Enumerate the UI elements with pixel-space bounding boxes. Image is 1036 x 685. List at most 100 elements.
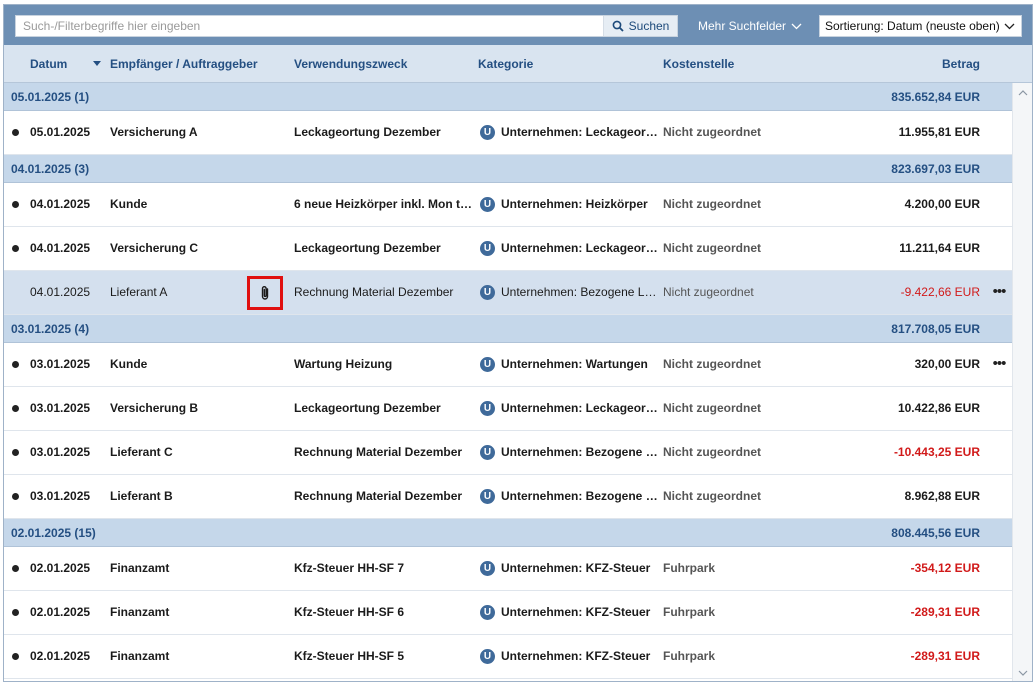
transaction-date: 04.01.2025 (30, 285, 91, 299)
transaction-amount: 8.962,88 EUR (904, 489, 980, 503)
transaction-amount: 10.422,86 EUR (897, 401, 980, 415)
column-header-recipient[interactable]: Empfänger / Auftraggeber (110, 45, 258, 83)
transaction-recipient: Versicherung C (110, 241, 199, 255)
transaction-amount: 320,00 EUR (914, 357, 980, 371)
unread-dot-icon (12, 245, 19, 252)
attachment-button[interactable] (247, 276, 283, 310)
transaction-list: 05.01.2025 (1) 835.652,84 EUR 05.01.2025 Ve… (4, 83, 1012, 681)
group-header-row[interactable]: 03.01.2025 (4) 817.708,05 EUR (4, 315, 1012, 343)
transaction-category: Unternehmen: KFZ-Steuer (501, 605, 651, 619)
group-balance: 823.697,03 EUR (891, 162, 980, 176)
transaction-date: 05.01.2025 (30, 125, 91, 139)
category-u-icon: U (480, 561, 495, 576)
transaction-cost-center: Nicht zugeordnet (663, 489, 761, 503)
column-header-purpose[interactable]: Verwendungszweck (294, 45, 407, 83)
transaction-cost-center: Nicht zugeordnet (663, 285, 754, 299)
search-button[interactable]: Suchen (603, 16, 677, 36)
transaction-category: Unternehmen: Bezogene Leistungen (501, 489, 659, 503)
transaction-amount: -289,31 EUR (910, 605, 980, 619)
transaction-recipient: Versicherung B (110, 401, 199, 415)
more-options-icon[interactable]: ••• (990, 284, 1008, 299)
chevron-down-icon (791, 23, 802, 29)
category-u-icon: U (480, 241, 495, 256)
transaction-purpose: Leckageortung Dezember (294, 125, 441, 139)
unread-dot-icon (12, 405, 19, 412)
transaction-amount: -354,12 EUR (910, 561, 980, 575)
transaction-cost-center: Nicht zugeordnet (663, 125, 761, 139)
category-u-icon: U (480, 125, 495, 140)
transaction-cost-center: Nicht zugeordnet (663, 241, 761, 255)
transaction-cost-center: Nicht zugeordnet (663, 357, 761, 371)
transaction-row[interactable]: 03.01.2025 Lieferant C Rechnung Material D… (4, 431, 1012, 475)
category-u-icon: U (480, 605, 495, 620)
transaction-row[interactable]: 04.01.2025 Kunde 6 neue Heizkörper inkl. M… (4, 183, 1012, 227)
transaction-purpose: Rechnung Material Dezember (294, 285, 454, 299)
transaction-row[interactable]: 04.01.2025 Lieferant A Rechnung Material D… (4, 271, 1012, 315)
group-date-label: 04.01.2025 (3) (11, 162, 90, 176)
group-header-row[interactable]: 04.01.2025 (3) 823.697,03 EUR (4, 155, 1012, 183)
transaction-purpose: Kfz-Steuer HH-SF 7 (294, 561, 405, 575)
transaction-date: 02.01.2025 (30, 561, 91, 575)
more-search-fields-toggle[interactable]: Mehr Suchfelder (698, 17, 802, 35)
transaction-date: 02.01.2025 (30, 649, 91, 663)
sort-select[interactable]: Sortierung: Datum (neuste oben) (819, 15, 1022, 37)
transaction-row[interactable]: 03.01.2025 Kunde Wartung Heizung U Unternehm… (4, 343, 1012, 387)
unread-dot-icon (12, 129, 19, 136)
transaction-date: 02.01.2025 (30, 605, 91, 619)
transactions-panel: Suchen Mehr Suchfelder Sortierung: Datum… (3, 4, 1033, 682)
toolbar: Suchen Mehr Suchfelder Sortierung: Datum… (4, 5, 1032, 45)
more-options-icon[interactable]: ••• (990, 356, 1008, 371)
transaction-recipient: Finanzamt (110, 649, 170, 663)
transaction-row[interactable]: 02.01.2025 Finanzamt Kfz-Steuer HH-SF 5 U Un… (4, 635, 1012, 679)
transaction-amount: 4.200,00 EUR (904, 197, 980, 211)
sort-descending-icon (93, 61, 101, 66)
transaction-purpose: Rechnung Material Dezember (294, 445, 463, 459)
vertical-scrollbar[interactable] (1012, 83, 1032, 681)
column-header-category[interactable]: Kategorie (478, 45, 533, 83)
chevron-down-icon (1004, 23, 1015, 29)
group-header-row[interactable]: 02.01.2025 (15) 808.445,56 EUR (4, 519, 1012, 547)
transaction-row[interactable]: 03.01.2025 Lieferant B Rechnung Material D… (4, 475, 1012, 519)
transaction-purpose: Kfz-Steuer HH-SF 6 (294, 605, 405, 619)
column-header-cost-center[interactable]: Kostenstelle (663, 45, 734, 83)
transaction-purpose: Wartung Heizung (294, 357, 393, 371)
transaction-amount: -289,31 EUR (910, 649, 980, 663)
category-u-icon: U (480, 197, 495, 212)
unread-dot-icon (12, 609, 19, 616)
column-header-date[interactable]: Datum (30, 45, 67, 83)
transaction-category: Unternehmen: KFZ-Steuer (501, 561, 651, 575)
column-header-amount[interactable]: Betrag (942, 45, 980, 83)
transaction-row[interactable]: 04.01.2025 Versicherung C Leckageortung De… (4, 227, 1012, 271)
search-button-label: Suchen (628, 19, 670, 33)
transaction-recipient: Lieferant B (110, 489, 173, 503)
transaction-date: 04.01.2025 (30, 241, 91, 255)
transaction-recipient: Finanzamt (110, 561, 170, 575)
transaction-row[interactable]: 02.01.2025 Finanzamt Kfz-Steuer HH-SF 6 U Un… (4, 591, 1012, 635)
transaction-category: Unternehmen: Leckageortung (501, 401, 659, 415)
group-balance: 835.652,84 EUR (891, 90, 980, 104)
transaction-category: Unternehmen: Wartungen (501, 357, 648, 371)
unread-dot-icon (12, 653, 19, 660)
transaction-row[interactable]: 02.01.2025 Finanzamt Kfz-Steuer HH-SF 7 U Un… (4, 547, 1012, 591)
scroll-down-button[interactable] (1013, 663, 1032, 681)
transaction-row[interactable]: 05.01.2025 Versicherung A Leckageortung De… (4, 111, 1012, 155)
search-box: Suchen (15, 15, 678, 37)
transaction-category: Unternehmen: Bezogene Leistungen (501, 445, 659, 459)
transaction-purpose: Leckageortung Dezember (294, 401, 441, 415)
transaction-purpose: 6 neue Heizkörper inkl. Mon tage (294, 197, 474, 211)
unread-dot-icon (12, 493, 19, 500)
search-input[interactable] (16, 16, 603, 36)
transaction-row[interactable]: 03.01.2025 Versicherung B Leckageortung De… (4, 387, 1012, 431)
transaction-category: Unternehmen: KFZ-Steuer (501, 649, 651, 663)
transaction-amount: -10.443,25 EUR (893, 445, 980, 459)
transaction-date: 03.01.2025 (30, 401, 91, 415)
column-header-row: Datum Empfänger / Auftraggeber Verwendun… (4, 45, 1032, 83)
transaction-purpose: Kfz-Steuer HH-SF 5 (294, 649, 405, 663)
transaction-date: 03.01.2025 (30, 445, 91, 459)
scroll-up-button[interactable] (1013, 83, 1032, 103)
chevron-down-icon (1018, 670, 1028, 676)
transaction-amount: 11.211,64 EUR (899, 241, 980, 255)
group-balance: 808.445,56 EUR (891, 526, 980, 540)
unread-dot-icon (12, 201, 19, 208)
group-header-row[interactable]: 05.01.2025 (1) 835.652,84 EUR (4, 83, 1012, 111)
